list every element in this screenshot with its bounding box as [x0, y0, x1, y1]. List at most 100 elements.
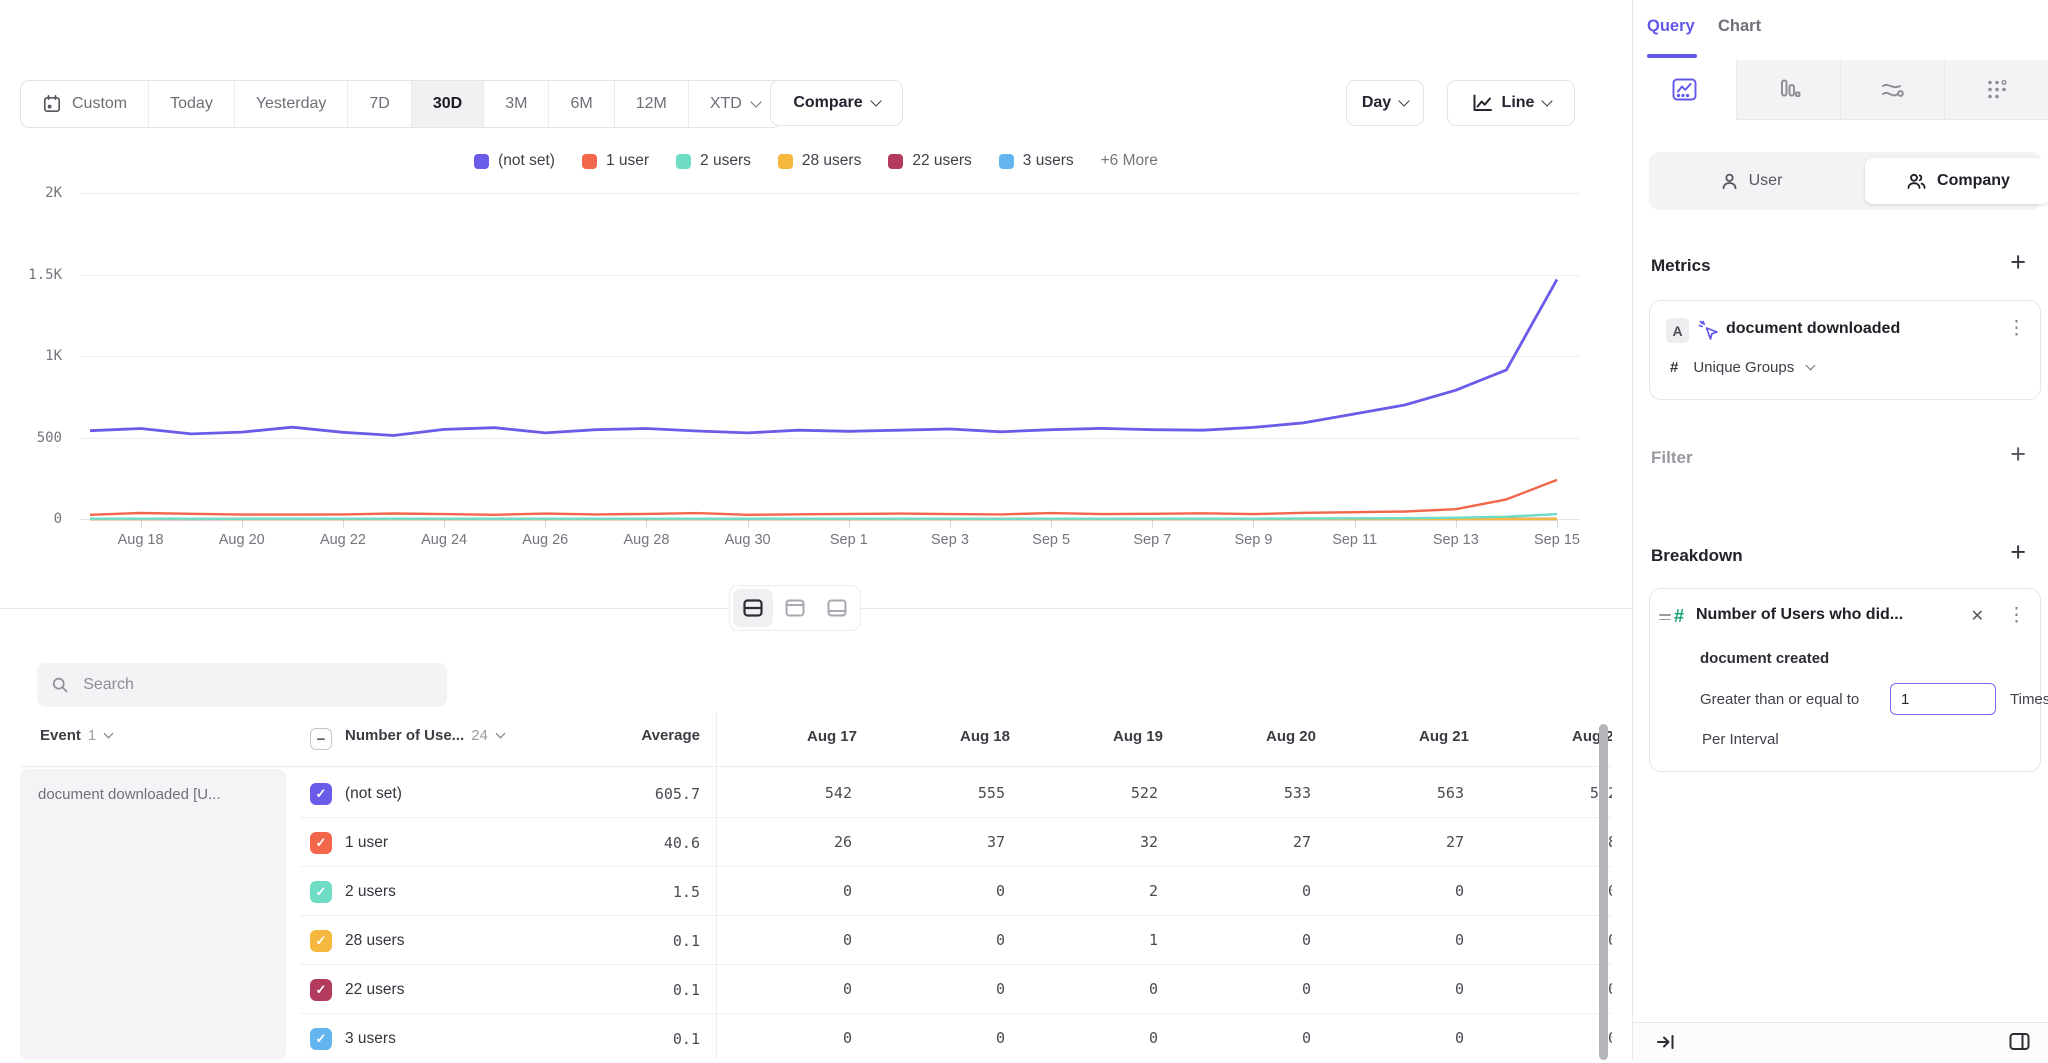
bottom-panel-icon: [826, 598, 848, 618]
legend-item[interactable]: 3 users: [999, 152, 1074, 170]
table-cell-value: 0: [1328, 916, 1481, 965]
flow-chart-icon: [1879, 77, 1906, 102]
select-all-checkbox[interactable]: −: [310, 728, 332, 750]
legend-item[interactable]: 22 users: [888, 152, 971, 170]
series-line--not-set-: [90, 279, 1557, 435]
table-cell-value: 533: [1175, 769, 1328, 818]
series-line-1-user: [90, 480, 1557, 515]
x-axis-tick-label: Sep 11: [1310, 532, 1400, 548]
date-column-header[interactable]: Aug 19: [1022, 712, 1175, 766]
layout-table-only-button[interactable]: [817, 589, 857, 627]
date-column-header[interactable]: Aug 21: [1328, 712, 1481, 766]
scope-toggle: User Company: [1649, 152, 2041, 210]
metric-card[interactable]: A document downloaded ⋮ # Unique Groups: [1649, 300, 2041, 400]
date-column-header[interactable]: Aug 20: [1175, 712, 1328, 766]
active-tab-underline: [1647, 54, 1697, 58]
chart-type-flow-tab[interactable]: [1841, 60, 1945, 120]
series-checkbox[interactable]: ✓: [310, 881, 332, 903]
metric-measure-dropdown[interactable]: # Unique Groups: [1670, 359, 1814, 376]
series-checkbox[interactable]: ✓: [310, 832, 332, 854]
x-axis-tick-label: Aug 24: [399, 532, 489, 548]
legend-item[interactable]: 1 user: [582, 152, 649, 170]
breakdown-card[interactable]: # Number of Users who did... ✕ ⋮ documen…: [1649, 588, 2041, 772]
tab-query[interactable]: Query: [1647, 17, 1695, 36]
date-column-header[interactable]: Aug 18: [869, 712, 1022, 766]
search-input[interactable]: [81, 675, 433, 695]
drag-handle-icon[interactable]: [1659, 611, 1671, 623]
table-row: ✓3 users0.1: [300, 1014, 716, 1063]
legend-more-link[interactable]: +6 More: [1101, 152, 1158, 170]
table-cell-value: 0: [869, 867, 1022, 916]
breakdown-menu-icon[interactable]: ⋮: [2007, 606, 2026, 625]
series-average-value: 0.1: [673, 932, 700, 950]
chart-gridline: [80, 193, 1580, 194]
y-axis-tick-label: 2K: [4, 185, 62, 201]
event-column-header[interactable]: Event 1: [40, 727, 112, 744]
breakdown-condition-label: Greater than or equal to: [1700, 691, 1859, 708]
legend-item[interactable]: 2 users: [676, 152, 751, 170]
main-area: CustomTodayYesterday7D30D3M6M12MXTD Comp…: [0, 0, 1632, 1060]
date-range-custom[interactable]: Custom: [21, 81, 149, 127]
series-average-value: 0.1: [673, 981, 700, 999]
x-axis-tick: [849, 520, 850, 528]
table-cell-value: 28: [1481, 818, 1612, 867]
metric-menu-icon[interactable]: ⋮: [2007, 319, 2026, 338]
table-cell-value: 27: [1328, 818, 1481, 867]
series-average-value: 605.7: [655, 785, 700, 803]
date-range-3m[interactable]: 3M: [484, 81, 549, 127]
vertical-scrollbar[interactable]: [1599, 724, 1608, 1060]
table-cell-value: 0: [1481, 965, 1612, 1014]
date-range-7d[interactable]: 7D: [348, 81, 411, 127]
date-range-yesterday[interactable]: Yesterday: [235, 81, 349, 127]
date-range-12m[interactable]: 12M: [615, 81, 689, 127]
legend-item[interactable]: 28 users: [778, 152, 861, 170]
table-cell-value: 0: [1175, 916, 1328, 965]
table-cell-value: 37: [869, 818, 1022, 867]
date-range-30d[interactable]: 30D: [412, 81, 484, 127]
close-icon[interactable]: ✕: [1971, 606, 1984, 626]
breakdown-value-input[interactable]: [1890, 683, 1996, 715]
interval-dropdown[interactable]: Day: [1346, 80, 1424, 126]
series-label: (not set): [345, 785, 402, 803]
series-checkbox[interactable]: ✓: [310, 979, 332, 1001]
chart-type-line-tab[interactable]: [1633, 60, 1737, 120]
chart-type-bar-tab[interactable]: [1737, 60, 1841, 120]
layout-split-view-button[interactable]: [733, 589, 773, 627]
legend-item[interactable]: (not set): [474, 152, 555, 170]
chart-type-grid-tab[interactable]: [1945, 60, 2048, 120]
x-axis-tick-label: Aug 28: [601, 532, 691, 548]
table-cell-value: 27: [1175, 818, 1328, 867]
scope-company-option[interactable]: Company: [1865, 158, 2048, 204]
layout-chart-only-button[interactable]: [775, 589, 815, 627]
collapse-panel-icon[interactable]: [1655, 1032, 1677, 1052]
event-name-cell[interactable]: document downloaded [U...: [20, 769, 286, 1060]
chart-type-dropdown[interactable]: Line: [1447, 80, 1575, 126]
compare-button[interactable]: Compare: [770, 80, 903, 126]
add-metric-button[interactable]: +: [2010, 252, 2026, 272]
date-range-xtd[interactable]: XTD: [689, 81, 781, 127]
add-filter-button[interactable]: +: [2010, 444, 2026, 464]
add-breakdown-button[interactable]: +: [2010, 542, 2026, 562]
series-checkbox[interactable]: ✓: [310, 783, 332, 805]
table-row: ✓22 users0.1: [300, 965, 716, 1014]
line-chart-icon: [1471, 93, 1493, 113]
series-label: 1 user: [345, 834, 388, 852]
series-checkbox[interactable]: ✓: [310, 930, 332, 952]
breakdown-event-name: document created: [1700, 650, 1829, 667]
event-sparkle-icon: [1697, 319, 1720, 342]
date-column-header[interactable]: Aug 22: [1481, 712, 1612, 766]
metric-measure-label: Unique Groups: [1693, 359, 1794, 376]
chart-gridline: [80, 356, 1580, 357]
series-checkbox[interactable]: ✓: [310, 1028, 332, 1050]
chevron-down-icon: [870, 95, 881, 106]
panel-tabs: Query Chart: [1633, 0, 2048, 61]
breakdown-title: Number of Users who did...: [1696, 606, 1903, 624]
tab-chart[interactable]: Chart: [1718, 17, 1761, 36]
split-panel-icon[interactable]: [2008, 1031, 2031, 1052]
date-column-header[interactable]: Aug 17: [716, 712, 869, 766]
date-range-today[interactable]: Today: [149, 81, 235, 127]
scope-user-option[interactable]: User: [1649, 152, 1853, 210]
table-cell-value: 0: [1481, 867, 1612, 916]
date-range-6m[interactable]: 6M: [549, 81, 614, 127]
series-column-header[interactable]: Number of Use... 24: [345, 727, 504, 744]
